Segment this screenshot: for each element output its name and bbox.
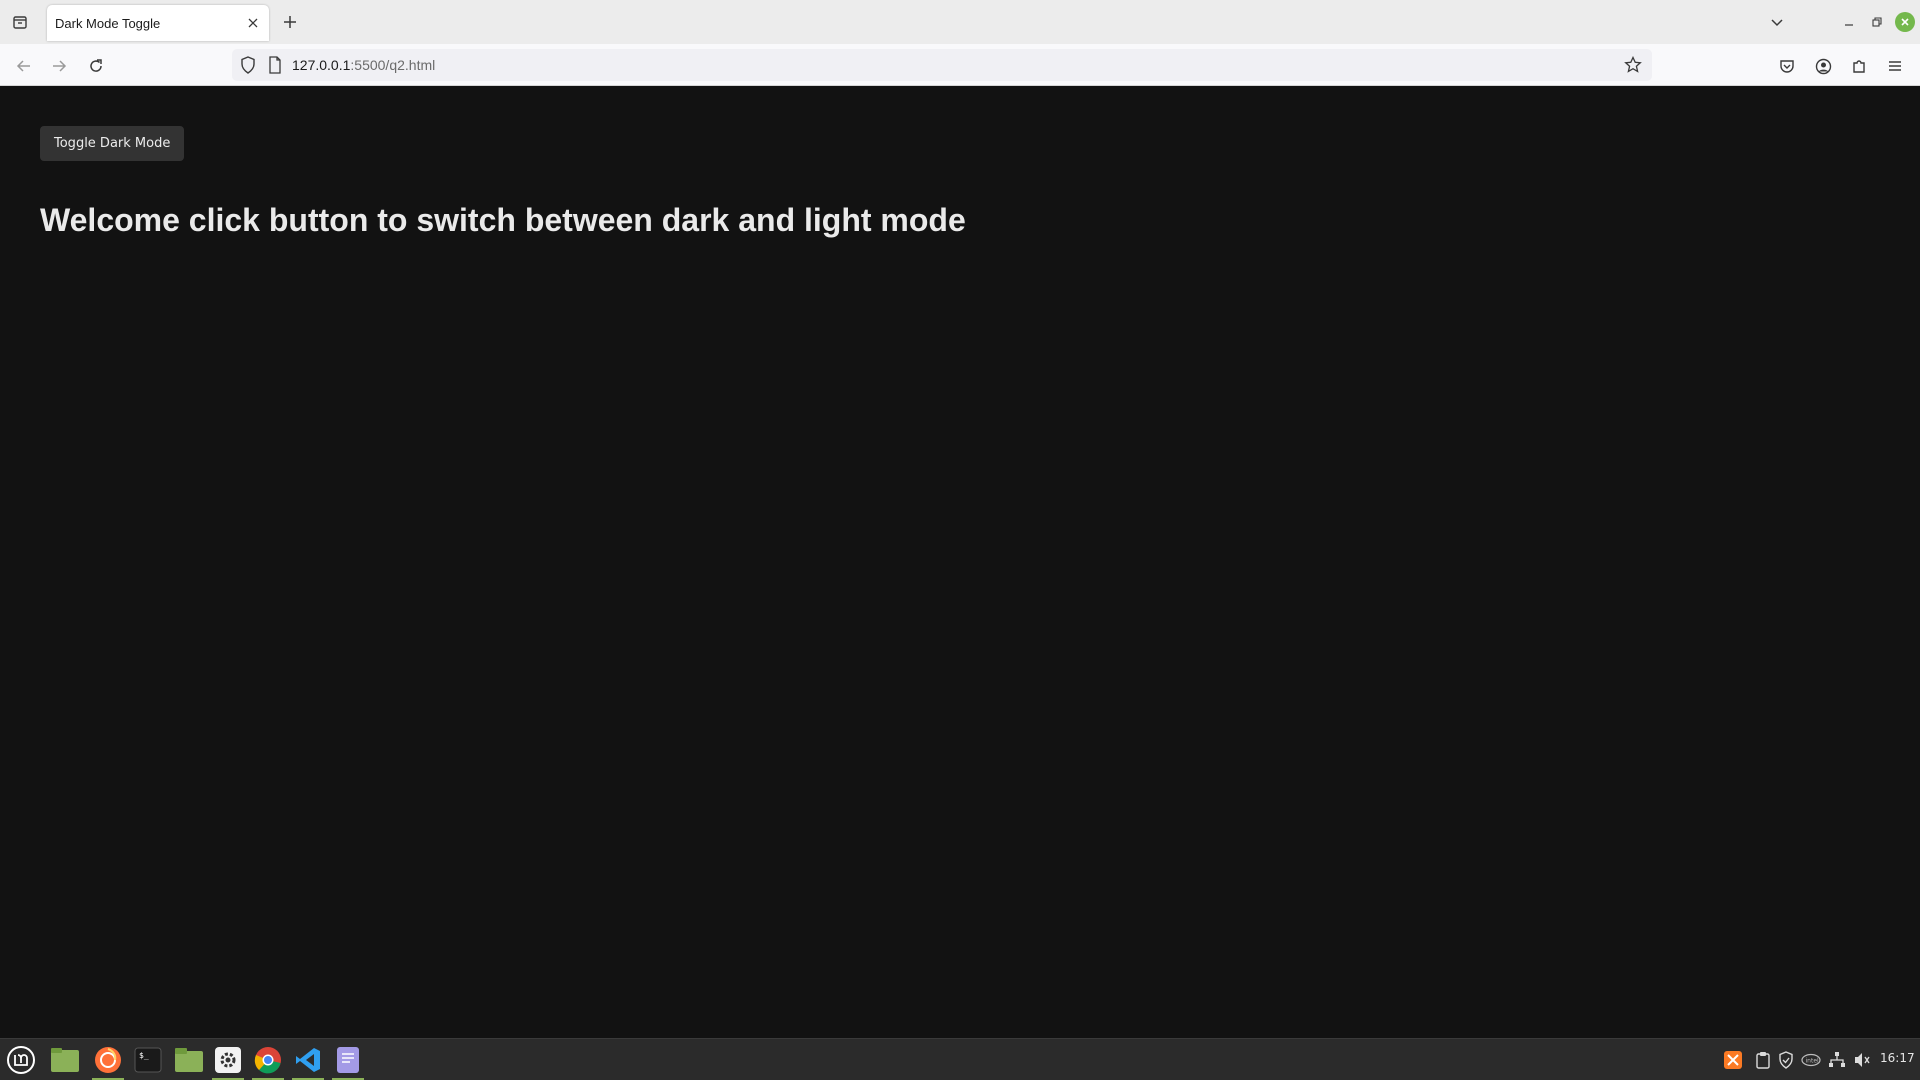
clipboard-tray-icon[interactable] xyxy=(1753,1050,1773,1070)
browser-nav-bar: 127.0.0.1:5500/q2.html xyxy=(0,44,1920,86)
svg-text:$_: $_ xyxy=(139,1051,149,1060)
url-host: 127.0.0.1 xyxy=(292,57,351,73)
page-info-icon[interactable] xyxy=(268,56,282,78)
tab-list-icon[interactable] xyxy=(8,10,32,34)
intel-tray-icon[interactable]: intel xyxy=(1801,1050,1821,1070)
window-close-icon[interactable] xyxy=(1895,12,1915,32)
shield-icon[interactable] xyxy=(240,56,256,78)
files-icon[interactable] xyxy=(171,1042,207,1078)
forward-arrow-icon[interactable] xyxy=(45,52,73,80)
new-tab-icon[interactable] xyxy=(278,10,302,34)
close-tab-icon[interactable] xyxy=(241,11,265,35)
vscode-icon[interactable] xyxy=(290,1042,326,1080)
xampp-tray-icon[interactable] xyxy=(1723,1050,1743,1070)
svg-text:intel: intel xyxy=(1806,1058,1820,1065)
url-path: :5500/q2.html xyxy=(350,57,436,73)
tab-title: Dark Mode Toggle xyxy=(55,15,161,31)
url-text[interactable]: 127.0.0.1:5500/q2.html xyxy=(292,57,435,73)
taskbar-clock[interactable]: 16:17 xyxy=(1880,1051,1915,1065)
settings-icon[interactable] xyxy=(210,1042,246,1080)
volume-tray-icon[interactable] xyxy=(1852,1050,1872,1070)
minimize-icon[interactable] xyxy=(1838,11,1860,33)
pocket-icon[interactable] xyxy=(1773,52,1801,80)
desktop-folder-icon[interactable] xyxy=(47,1042,83,1078)
chrome-icon[interactable] xyxy=(250,1042,286,1080)
menu-hamburger-icon[interactable] xyxy=(1881,52,1909,80)
network-tray-icon[interactable] xyxy=(1827,1050,1847,1070)
os-taskbar: $_ intel 16:17 xyxy=(0,1038,1920,1080)
restore-icon[interactable] xyxy=(1866,11,1888,33)
address-bar[interactable]: 127.0.0.1:5500/q2.html xyxy=(232,49,1652,81)
firefox-icon[interactable] xyxy=(90,1042,126,1080)
back-arrow-icon[interactable] xyxy=(10,52,38,80)
terminal-icon[interactable]: $_ xyxy=(130,1042,166,1078)
chevron-down-icon[interactable] xyxy=(1765,10,1789,34)
active-tab[interactable]: Dark Mode Toggle xyxy=(47,5,269,41)
text-editor-icon[interactable] xyxy=(330,1042,366,1080)
page-headline: Welcome click button to switch between d… xyxy=(40,202,966,238)
toggle-dark-mode-button[interactable]: Toggle Dark Mode xyxy=(40,126,185,161)
bookmark-star-icon[interactable] xyxy=(1624,55,1642,78)
reload-icon[interactable] xyxy=(82,52,110,80)
page-body: Toggle Dark Mode Welcome click button to… xyxy=(0,86,1920,1038)
account-icon[interactable] xyxy=(1809,52,1837,80)
extensions-icon[interactable] xyxy=(1845,52,1873,80)
browser-tab-bar: Dark Mode Toggle xyxy=(0,0,1920,44)
shield-tray-icon[interactable] xyxy=(1776,1050,1796,1070)
mint-menu-icon[interactable] xyxy=(3,1042,39,1078)
